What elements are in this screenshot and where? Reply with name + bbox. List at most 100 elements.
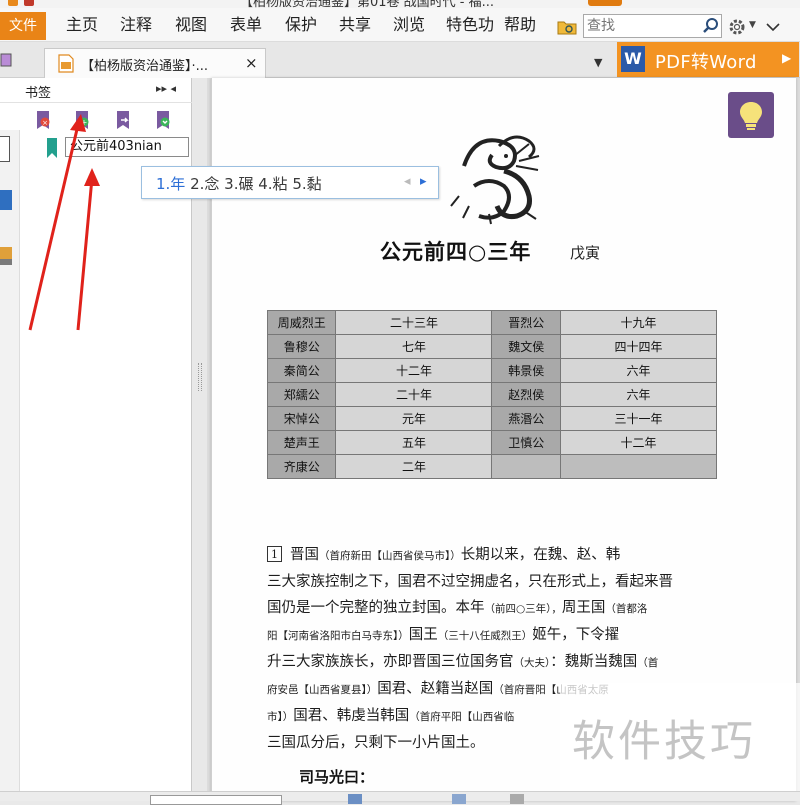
reign-year: 七年 bbox=[335, 334, 493, 359]
ruler-name: 魏文侯 bbox=[491, 334, 561, 359]
empty-cell bbox=[491, 454, 561, 479]
menu-protect[interactable]: 保护 bbox=[285, 14, 317, 36]
ime-candidate-list[interactable]: 1.年 2.念 3.碾 4.粘 5.黏 bbox=[156, 173, 322, 194]
document-tab[interactable]: 【柏杨版资治通鉴】·... × bbox=[44, 48, 266, 78]
ime-candidate-selected[interactable]: 1.年 bbox=[156, 175, 185, 193]
chevron-right-icon: ▶ bbox=[782, 51, 792, 65]
reign-year: 三十一年 bbox=[559, 406, 718, 431]
menu-bar: 文件 主页 注释 视图 表单 保护 共享 浏览 特色功 帮助 ▼ bbox=[0, 8, 800, 42]
menu-form[interactable]: 表单 bbox=[230, 14, 262, 36]
edit-icon[interactable] bbox=[0, 52, 14, 68]
close-tab-icon[interactable]: × bbox=[245, 54, 258, 72]
comment-panel-icon[interactable] bbox=[0, 245, 14, 269]
divider bbox=[0, 102, 192, 103]
window-title: 【柏杨版资治通鉴】第01卷 战国时代 - 福... bbox=[240, 0, 495, 8]
app-icon bbox=[8, 0, 18, 6]
dragon-illustration bbox=[450, 135, 540, 225]
page-thumbnail-icon[interactable] bbox=[0, 136, 10, 162]
gear-icon[interactable] bbox=[727, 17, 747, 37]
reign-year: 四十四年 bbox=[559, 334, 718, 359]
reign-year: 元年 bbox=[335, 406, 493, 431]
svg-text:×: × bbox=[42, 119, 48, 127]
menu-browse[interactable]: 浏览 bbox=[393, 14, 425, 36]
pdf-to-word-label: PDF转Word bbox=[655, 52, 757, 73]
table-row: 鲁穆公 七年 魏文侯 四十四年 bbox=[266, 334, 718, 359]
ruler-name: 卫慎公 bbox=[491, 430, 561, 455]
text-run: 阳【河南省洛阳市白马寺东】） bbox=[267, 630, 409, 642]
ruler-name: 齐康公 bbox=[266, 454, 337, 479]
collapse-ribbon-icon[interactable] bbox=[764, 18, 782, 36]
ruler-name: 赵烈侯 bbox=[491, 382, 561, 407]
menu-features[interactable]: 特色功 bbox=[446, 14, 494, 36]
search-input[interactable] bbox=[587, 17, 697, 35]
text-run: 国君、赵籍当赵国 bbox=[377, 681, 494, 697]
menu-file[interactable]: 文件 bbox=[0, 12, 46, 40]
reign-year: 十九年 bbox=[559, 310, 718, 335]
continuous-page-icon[interactable] bbox=[452, 794, 466, 804]
delete-bookmark-icon[interactable]: × bbox=[34, 110, 52, 130]
tab-list-dropdown-icon[interactable]: ▼ bbox=[594, 56, 602, 69]
text-run: 周王国 bbox=[561, 600, 606, 616]
ime-candidate-bar[interactable]: 1.年 2.念 3.碾 4.粘 5.黏 ◂ ▸ bbox=[141, 166, 439, 199]
text-run: 国仍是一个完整的独立封国。本年 bbox=[267, 600, 485, 616]
splitter-grip[interactable] bbox=[198, 363, 202, 391]
add-bookmark-icon[interactable]: + bbox=[73, 110, 91, 130]
pages-icon[interactable] bbox=[0, 188, 14, 212]
reign-year: 二年 bbox=[335, 454, 493, 479]
text-run: （前四○三年）， bbox=[484, 603, 562, 615]
panel-collapse-controls[interactable]: ▸▸ ◂ bbox=[156, 82, 176, 95]
reign-year: 二十年 bbox=[335, 382, 493, 407]
word-icon: W bbox=[621, 46, 645, 72]
menu-home[interactable]: 主页 bbox=[66, 14, 98, 36]
settings-dropdown-icon[interactable]: ▼ bbox=[749, 20, 756, 30]
year-heading: 公元前四○三年 bbox=[380, 239, 532, 264]
text-run: （首府新田【山西省侯马市】） bbox=[319, 550, 461, 562]
search-icon[interactable] bbox=[702, 17, 720, 35]
paragraph-number: 1 bbox=[267, 546, 282, 562]
reign-year: 十二年 bbox=[559, 430, 718, 455]
bookmark-panel-title: 书签 bbox=[25, 86, 52, 101]
rulers-table: 周威烈王 二十三年 晋烈公 十九年 鲁穆公 七年 魏文侯 四十四年 秦简公 十二… bbox=[266, 310, 718, 479]
tip-button[interactable] bbox=[728, 92, 774, 138]
watermark-text: 软件技巧 bbox=[572, 717, 756, 767]
ruler-name: 秦简公 bbox=[266, 358, 337, 383]
text-run: 府安邑【山西省夏县】） bbox=[267, 684, 378, 696]
document-tab-title: 【柏杨版资治通鉴】·... bbox=[81, 59, 209, 74]
ruler-name: 宋悼公 bbox=[266, 406, 337, 431]
login-pill[interactable] bbox=[588, 0, 622, 6]
quick-access-icon[interactable] bbox=[24, 0, 34, 6]
text-line: 三大家族控制之下，国君不过空拥虚名，只在形式上，看起来晋 bbox=[267, 574, 673, 590]
table-row: 郑繻公 二十年 赵烈侯 六年 bbox=[266, 382, 718, 407]
reign-year: 五年 bbox=[335, 430, 493, 455]
text-run: 国王 bbox=[408, 627, 438, 643]
pdf-file-icon bbox=[58, 54, 74, 73]
bookmark-icon bbox=[47, 138, 57, 158]
facing-page-icon[interactable] bbox=[510, 794, 524, 804]
menu-help[interactable]: 帮助 bbox=[504, 14, 536, 36]
ruler-name: 燕湣公 bbox=[491, 406, 561, 431]
text-run: 市】） bbox=[267, 711, 294, 723]
single-page-icon[interactable] bbox=[348, 794, 362, 804]
text-run: 晋国 bbox=[290, 547, 319, 563]
page-number-field[interactable] bbox=[150, 795, 282, 805]
bookmark-name-input[interactable]: 公元前403nian bbox=[65, 137, 189, 157]
svg-text:+: + bbox=[81, 118, 88, 127]
text-run: 长期以来，在魏、赵、韩 bbox=[460, 547, 621, 563]
text-run: （三十八任威烈王） bbox=[437, 630, 533, 642]
folder-search-icon[interactable] bbox=[557, 19, 577, 35]
menu-share[interactable]: 共享 bbox=[339, 14, 371, 36]
search-box[interactable] bbox=[583, 14, 722, 38]
pdf-to-word-button[interactable]: W PDF转Word ▶ bbox=[617, 42, 799, 77]
ime-next-page-icon[interactable]: ▸ bbox=[420, 174, 427, 189]
reign-year: 六年 bbox=[559, 382, 718, 407]
expand-bookmark-icon[interactable] bbox=[154, 110, 172, 130]
text-run: 姬午，下令擢 bbox=[532, 627, 620, 643]
reign-year: 十二年 bbox=[335, 358, 493, 383]
ime-candidate-others[interactable]: 2.念 3.碾 4.粘 5.黏 bbox=[185, 175, 322, 193]
menu-comment[interactable]: 注释 bbox=[120, 14, 152, 36]
text-run: 国君、韩虔当韩国 bbox=[293, 708, 410, 724]
ime-prev-page-icon[interactable]: ◂ bbox=[404, 174, 411, 189]
ruler-name: 郑繻公 bbox=[266, 382, 337, 407]
move-bookmark-icon[interactable] bbox=[114, 110, 132, 130]
menu-view[interactable]: 视图 bbox=[175, 14, 207, 36]
